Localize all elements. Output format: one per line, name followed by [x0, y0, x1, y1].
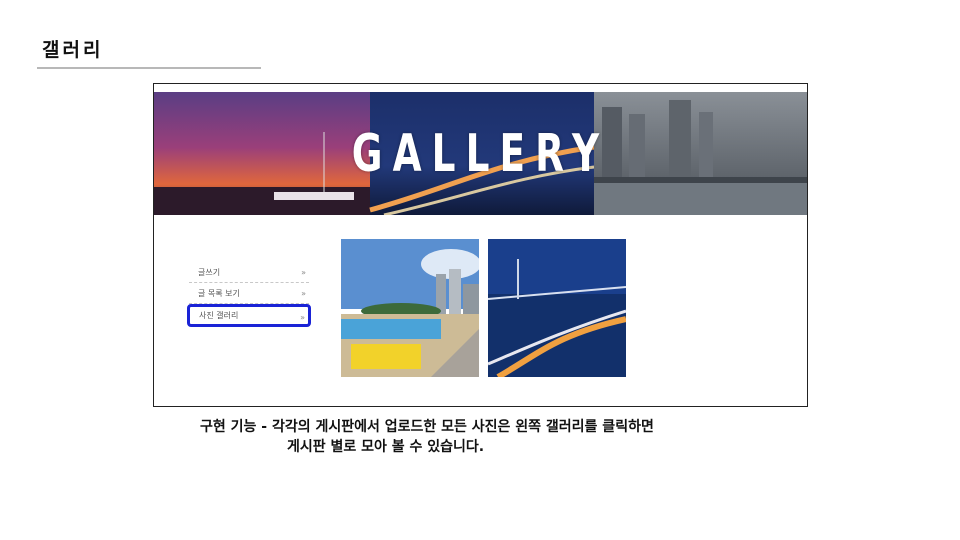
menu-item-post-list[interactable]: 글 목록 보기 »	[189, 283, 309, 304]
caption-line-1: 구현 기능 - 각각의 게시판에서 업로드한 모든 사진은 왼쪽 갤러리를 클릭…	[200, 419, 654, 435]
beach-photo	[341, 239, 479, 377]
menu-item-label: 글쓰기	[198, 267, 221, 277]
menu-item-label: 사진 갤러리	[199, 311, 239, 320]
side-menu: 글쓰기 » 글 목록 보기 » 사진 갤러리 »	[187, 262, 311, 327]
gallery-thumbnail-bridge[interactable]	[488, 239, 626, 377]
chevron-right-icon: »	[301, 268, 306, 277]
title-divider	[37, 67, 261, 69]
menu-item-write[interactable]: 글쓰기 »	[189, 262, 309, 283]
gallery-thumbnail-beach[interactable]	[341, 239, 479, 377]
bridge-photo	[488, 239, 626, 377]
chevron-right-icon: »	[301, 289, 306, 298]
gallery-banner: GALLERY	[154, 92, 807, 215]
caption-line-2: 게시판 별로 모아 볼 수 있습니다.	[287, 439, 485, 455]
slide-title: 갤러리	[42, 39, 104, 61]
menu-item-photo-gallery[interactable]: 사진 갤러리 »	[187, 304, 311, 327]
website-screenshot: GALLERY 글쓰기 » 글 목록 보기 » 사진 갤러리 »	[153, 83, 808, 407]
banner-title: GALLERY	[351, 123, 610, 184]
chevron-right-icon: »	[300, 313, 305, 322]
menu-item-label: 글 목록 보기	[198, 288, 240, 298]
